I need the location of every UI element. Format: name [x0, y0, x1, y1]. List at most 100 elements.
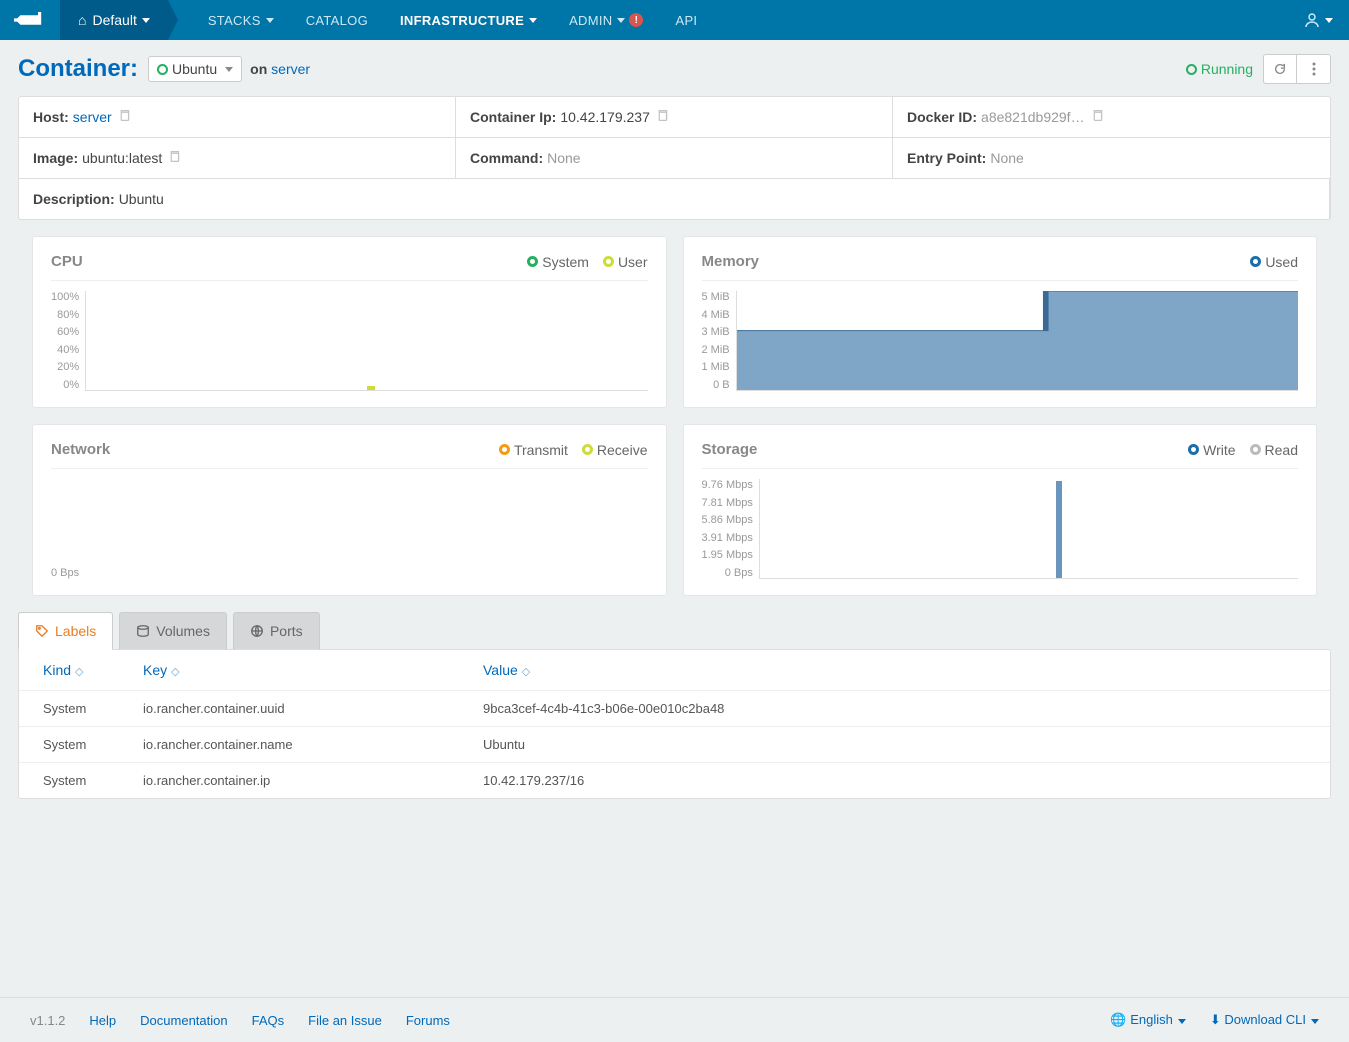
nav-stacks[interactable]: STACKS	[192, 0, 290, 40]
copy-button[interactable]	[1091, 109, 1104, 125]
footer: v1.1.2 Help Documentation FAQs File an I…	[0, 997, 1349, 1042]
legend-receive: Receive	[582, 442, 648, 458]
status-dot-icon	[157, 64, 168, 75]
server-link[interactable]: server	[271, 61, 310, 77]
more-vertical-icon	[1312, 62, 1316, 76]
user-icon	[1304, 12, 1320, 28]
info-image: Image: ubuntu:latest	[19, 138, 456, 179]
col-value[interactable]: Value◇	[459, 650, 1330, 691]
chart-cpu: CPU System User 100%80%60%40%20%0%	[32, 236, 667, 408]
legend-system: System	[527, 254, 589, 270]
footer-links: Help Documentation FAQs File an Issue Fo…	[89, 1013, 449, 1028]
chart-network: Network Transmit Receive 0 Bps	[32, 424, 667, 596]
refresh-button[interactable]	[1263, 54, 1297, 84]
legend-used: Used	[1250, 254, 1298, 270]
copy-button[interactable]	[168, 150, 181, 166]
chart-title: Network	[51, 441, 110, 458]
sort-icon: ◇	[75, 666, 83, 678]
refresh-icon	[1273, 62, 1287, 76]
globe-icon	[250, 624, 264, 638]
info-command: Command: None	[456, 138, 893, 179]
table-row: Systemio.rancher.container.ip10.42.179.2…	[19, 763, 1330, 799]
footer-help[interactable]: Help	[89, 1013, 116, 1028]
chevron-down-icon	[1325, 18, 1333, 23]
home-icon: ⌂	[78, 12, 86, 28]
container-name: Ubuntu	[172, 61, 217, 77]
container-selector[interactable]: Ubuntu	[148, 56, 242, 82]
environment-name: Default	[92, 12, 136, 28]
chart-title: Memory	[702, 253, 760, 270]
tab-labels[interactable]: Labels	[18, 612, 113, 650]
disk-icon	[136, 624, 150, 638]
alert-badge: !	[629, 13, 643, 27]
chevron-down-icon	[1311, 1019, 1319, 1024]
info-container-ip: Container Ip: 10.42.179.237	[456, 97, 893, 138]
chart-storage: Storage Write Read 9.76 Mbps7.81 Mbps5.8…	[683, 424, 1318, 596]
nav-api[interactable]: API	[659, 0, 713, 40]
chart-yaxis: 0 Bps	[51, 479, 85, 579]
legend-write: Write	[1188, 442, 1235, 458]
footer-file-issue[interactable]: File an Issue	[308, 1013, 382, 1028]
sort-icon: ◇	[171, 666, 179, 678]
user-menu[interactable]	[1288, 0, 1349, 40]
chart-title: Storage	[702, 441, 758, 458]
download-cli[interactable]: ⬇ Download CLI	[1210, 1012, 1319, 1028]
nav-items: STACKS CATALOG INFRASTRUCTURE ADMIN! API	[192, 0, 714, 40]
sort-icon: ◇	[522, 666, 530, 678]
chart-plot	[85, 291, 647, 391]
legend-transmit: Transmit	[499, 442, 568, 458]
nav-admin[interactable]: ADMIN!	[553, 0, 659, 40]
action-buttons	[1263, 54, 1331, 84]
version-text: v1.1.2	[30, 1013, 65, 1028]
table-row: Systemio.rancher.container.uuid9bca3cef-…	[19, 691, 1330, 727]
chart-yaxis: 9.76 Mbps7.81 Mbps5.86 Mbps3.91 Mbps1.95…	[702, 479, 759, 579]
page-header: Container: Ubuntu on server Running	[18, 54, 1331, 84]
nav-catalog[interactable]: CATALOG	[290, 0, 384, 40]
tabs: Labels Volumes Ports	[18, 612, 1331, 650]
tag-icon	[35, 624, 49, 638]
top-nav: ⌂ Default STACKS CATALOG INFRASTRUCTURE …	[0, 0, 1349, 40]
chart-plot	[759, 479, 1298, 579]
chart-title: CPU	[51, 253, 83, 270]
legend-read: Read	[1250, 442, 1298, 458]
charts-grid: CPU System User 100%80%60%40%20%0% Memor…	[18, 236, 1331, 596]
info-grid: Host: server Container Ip: 10.42.179.237…	[18, 96, 1331, 220]
chart-yaxis: 5 MiB4 MiB3 MiB2 MiB1 MiB0 B	[702, 291, 736, 391]
logo[interactable]	[0, 0, 60, 40]
legend-user: User	[603, 254, 648, 270]
info-description: Description: Ubuntu	[19, 179, 1330, 219]
footer-forums[interactable]: Forums	[406, 1013, 450, 1028]
table-row: Systemio.rancher.container.nameUbuntu	[19, 727, 1330, 763]
labels-table: Kind◇ Key◇ Value◇ Systemio.rancher.conta…	[19, 650, 1330, 798]
info-host: Host: server	[19, 97, 456, 138]
footer-faqs[interactable]: FAQs	[252, 1013, 285, 1028]
footer-documentation[interactable]: Documentation	[140, 1013, 227, 1028]
environment-selector[interactable]: ⌂ Default	[60, 0, 168, 40]
language-selector[interactable]: 🌐 English	[1110, 1012, 1185, 1028]
info-docker-id: Docker ID: a8e821db929f…	[893, 97, 1330, 138]
info-entry-point: Entry Point: None	[893, 138, 1330, 179]
tab-volumes[interactable]: Volumes	[119, 612, 227, 650]
page-title: Container:	[18, 55, 138, 83]
chevron-down-icon	[1178, 1019, 1186, 1024]
chart-yaxis: 100%80%60%40%20%0%	[51, 291, 85, 391]
col-kind[interactable]: Kind◇	[19, 650, 119, 691]
chevron-down-icon	[225, 67, 233, 72]
download-icon: ⬇	[1210, 1012, 1225, 1027]
host-link[interactable]: server	[73, 109, 112, 125]
tab-content: Kind◇ Key◇ Value◇ Systemio.rancher.conta…	[18, 649, 1331, 799]
chart-plot	[85, 479, 647, 579]
nav-infrastructure[interactable]: INFRASTRUCTURE	[384, 0, 553, 40]
globe-icon: 🌐	[1110, 1012, 1130, 1027]
copy-button[interactable]	[656, 109, 669, 125]
chart-plot	[736, 291, 1298, 391]
tab-ports[interactable]: Ports	[233, 612, 320, 650]
chart-memory: Memory Used 5 MiB4 MiB3 MiB2 MiB1 MiB0 B	[683, 236, 1318, 408]
copy-button[interactable]	[118, 109, 131, 125]
more-actions-button[interactable]	[1297, 54, 1331, 84]
status-dot-icon	[1186, 64, 1197, 75]
col-key[interactable]: Key◇	[119, 650, 459, 691]
on-server-text: on server	[250, 61, 310, 77]
chevron-down-icon	[142, 18, 150, 23]
status-running: Running	[1186, 61, 1253, 77]
